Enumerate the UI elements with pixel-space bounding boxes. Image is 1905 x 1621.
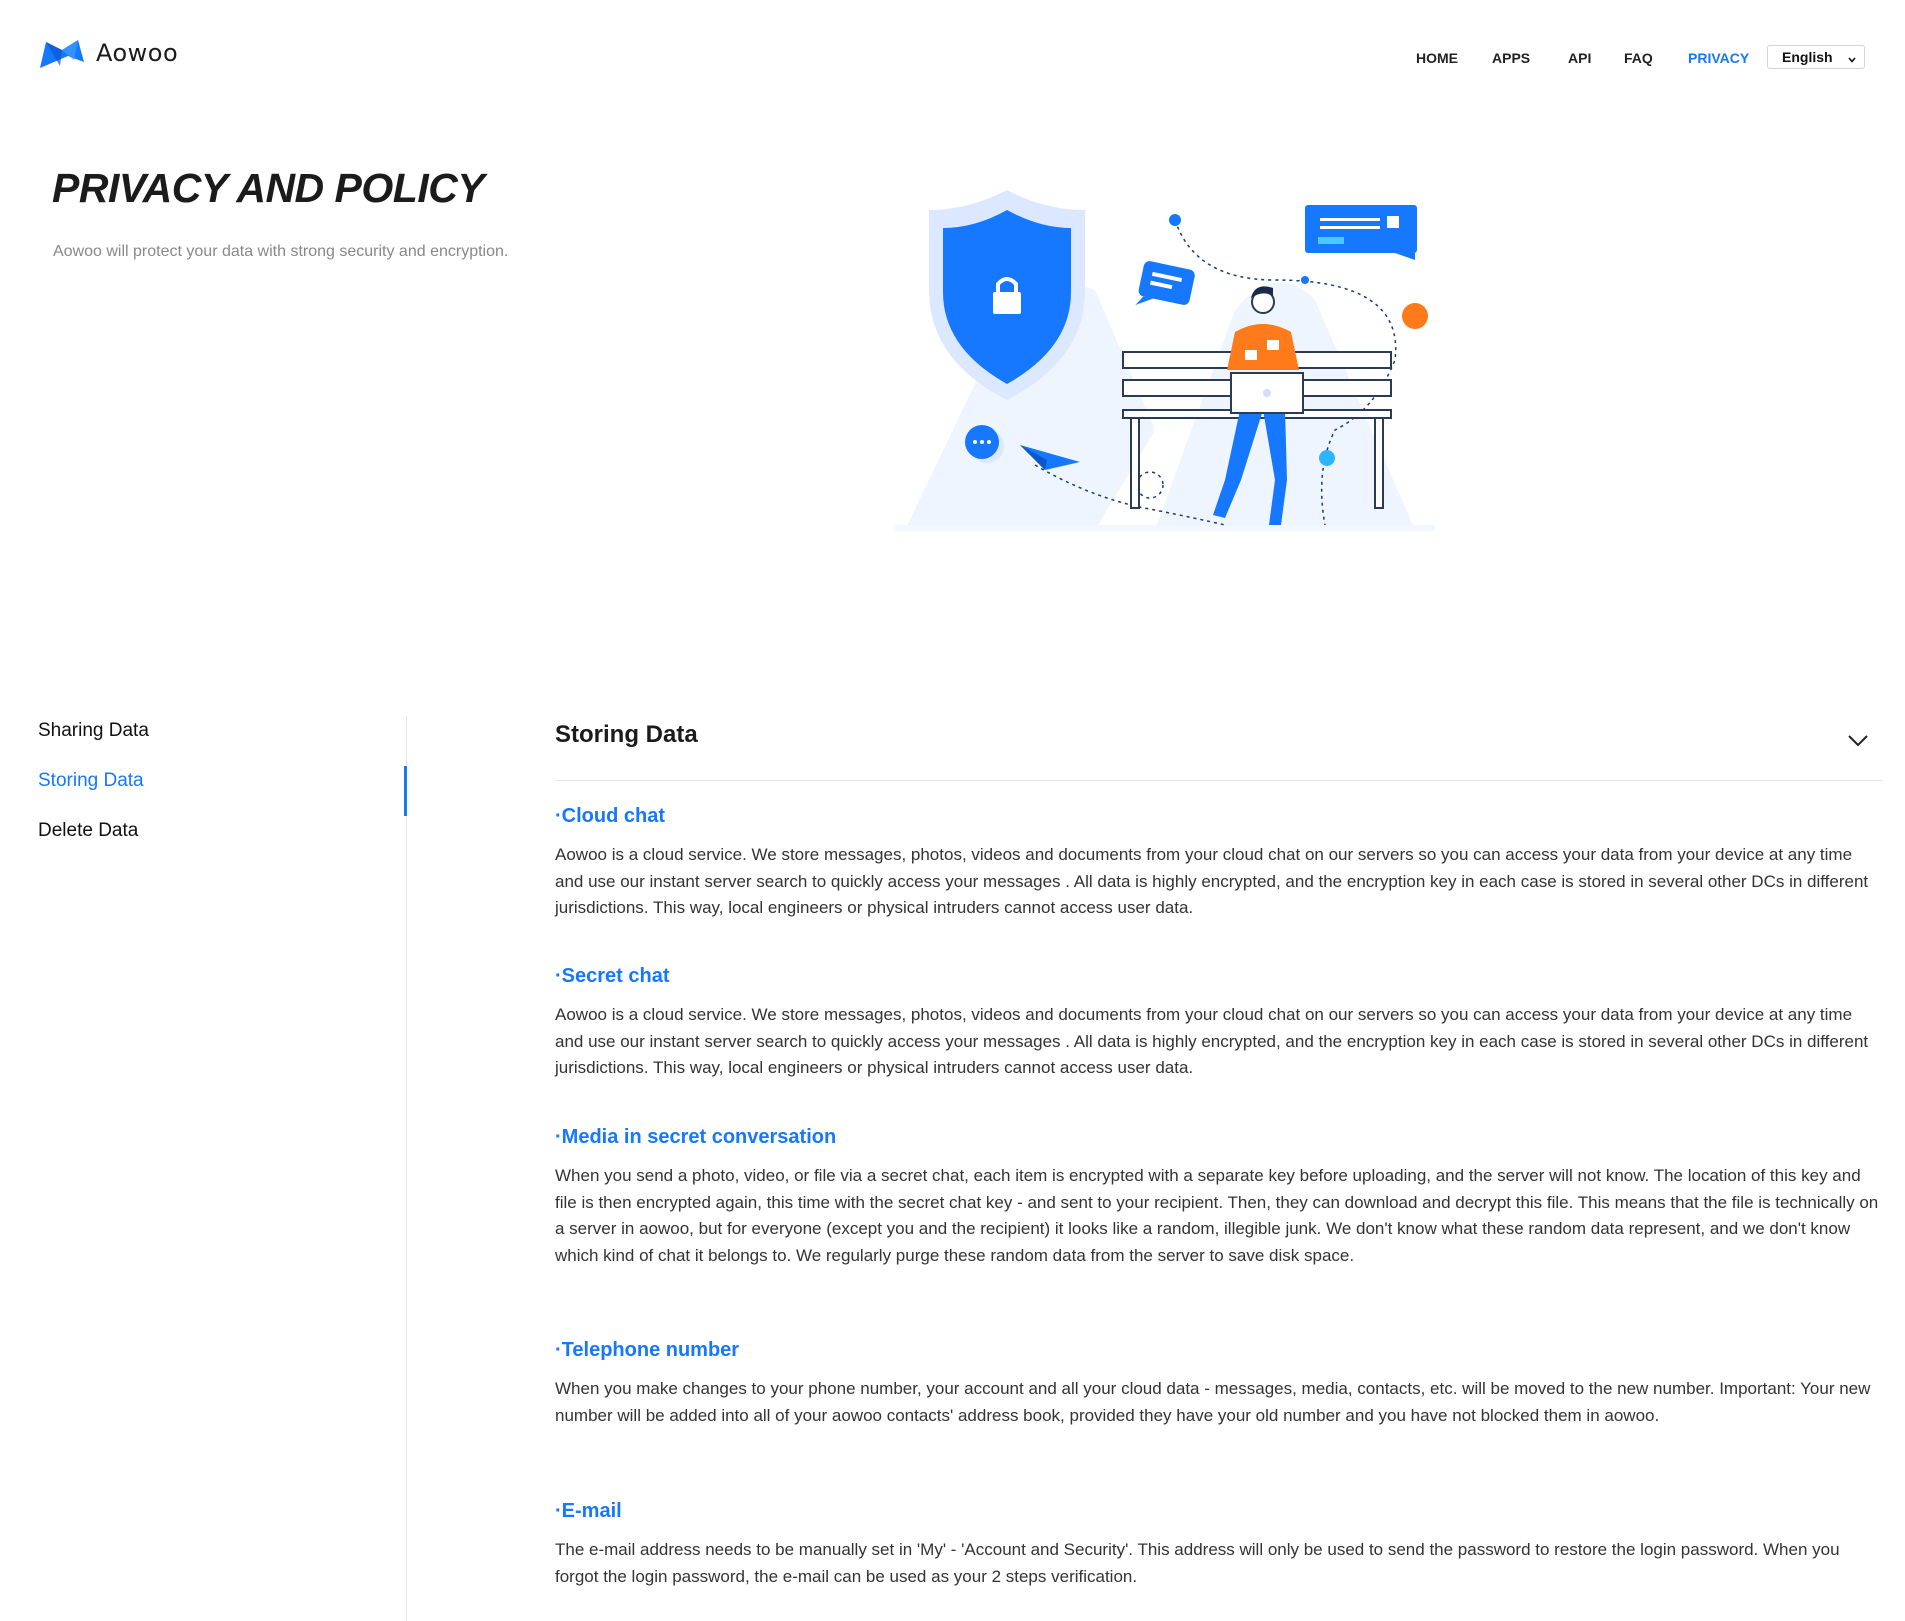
- topic-title: ·Telephone number: [555, 1339, 740, 1361]
- aowoo-logo-icon: [38, 36, 86, 70]
- topic-body: The e-mail address needs to be manually …: [555, 1540, 1840, 1586]
- topic-title: ·Cloud chat: [555, 805, 665, 827]
- sidebar-divider: [406, 716, 407, 1621]
- brand-name: Aowoo: [96, 39, 179, 67]
- topic-title: ·Secret chat: [555, 965, 670, 987]
- topic-cloud-chat: ·Cloud chat Aowoo is a cloud service. We…: [555, 805, 1883, 922]
- topic-body: When you send a photo, video, or file vi…: [555, 1166, 1879, 1265]
- site-header: Aowoo HOME APPS API FAQ PRIVACY English: [0, 0, 1905, 110]
- nav-apps[interactable]: APPS: [1492, 50, 1530, 66]
- topic-body: Aowoo is a cloud service. We store messa…: [555, 845, 1869, 917]
- section-divider: [555, 780, 1883, 781]
- topic-media-in-secret-conversation: ·Media in secret conversation When you s…: [555, 1126, 1883, 1269]
- section-title: Storing Data: [555, 721, 698, 748]
- topic-secret-chat: ·Secret chat Aowoo is a cloud service. W…: [555, 965, 1883, 1082]
- section-header[interactable]: Storing Data: [555, 710, 1883, 780]
- sidebar-item-storing-data[interactable]: Storing Data: [38, 770, 144, 792]
- language-select-value: English: [1782, 49, 1833, 65]
- page-subtitle: Aowoo will protect your data with strong…: [53, 243, 509, 260]
- page-title: PRIVACY AND POLICY: [52, 165, 485, 211]
- topic-title: ·Media in secret conversation: [555, 1126, 837, 1148]
- language-select[interactable]: English: [1767, 45, 1865, 69]
- chevron-down-icon[interactable]: [1847, 734, 1869, 748]
- topic-e-mail: ·E-mail The e-mail address needs to be m…: [555, 1500, 1883, 1590]
- logo[interactable]: Aowoo: [38, 36, 178, 70]
- topic-body: Aowoo is a cloud service. We store messa…: [555, 1005, 1869, 1077]
- nav-privacy[interactable]: PRIVACY: [1688, 50, 1749, 66]
- nav-faq[interactable]: FAQ: [1624, 50, 1653, 66]
- sidebar-item-delete-data[interactable]: Delete Data: [38, 820, 138, 842]
- security-illustration: [895, 180, 1455, 565]
- chevron-down-icon: [1848, 51, 1856, 63]
- sidebar-item-sharing-data[interactable]: Sharing Data: [38, 720, 149, 742]
- topic-title: ·E-mail: [555, 1500, 622, 1522]
- topic-telephone-number: ·Telephone number When you make changes …: [555, 1339, 1883, 1429]
- topic-body: When you make changes to your phone numb…: [555, 1379, 1871, 1425]
- nav-api[interactable]: API: [1568, 50, 1591, 66]
- sidebar-active-indicator: [404, 766, 407, 816]
- nav-home[interactable]: HOME: [1416, 50, 1458, 66]
